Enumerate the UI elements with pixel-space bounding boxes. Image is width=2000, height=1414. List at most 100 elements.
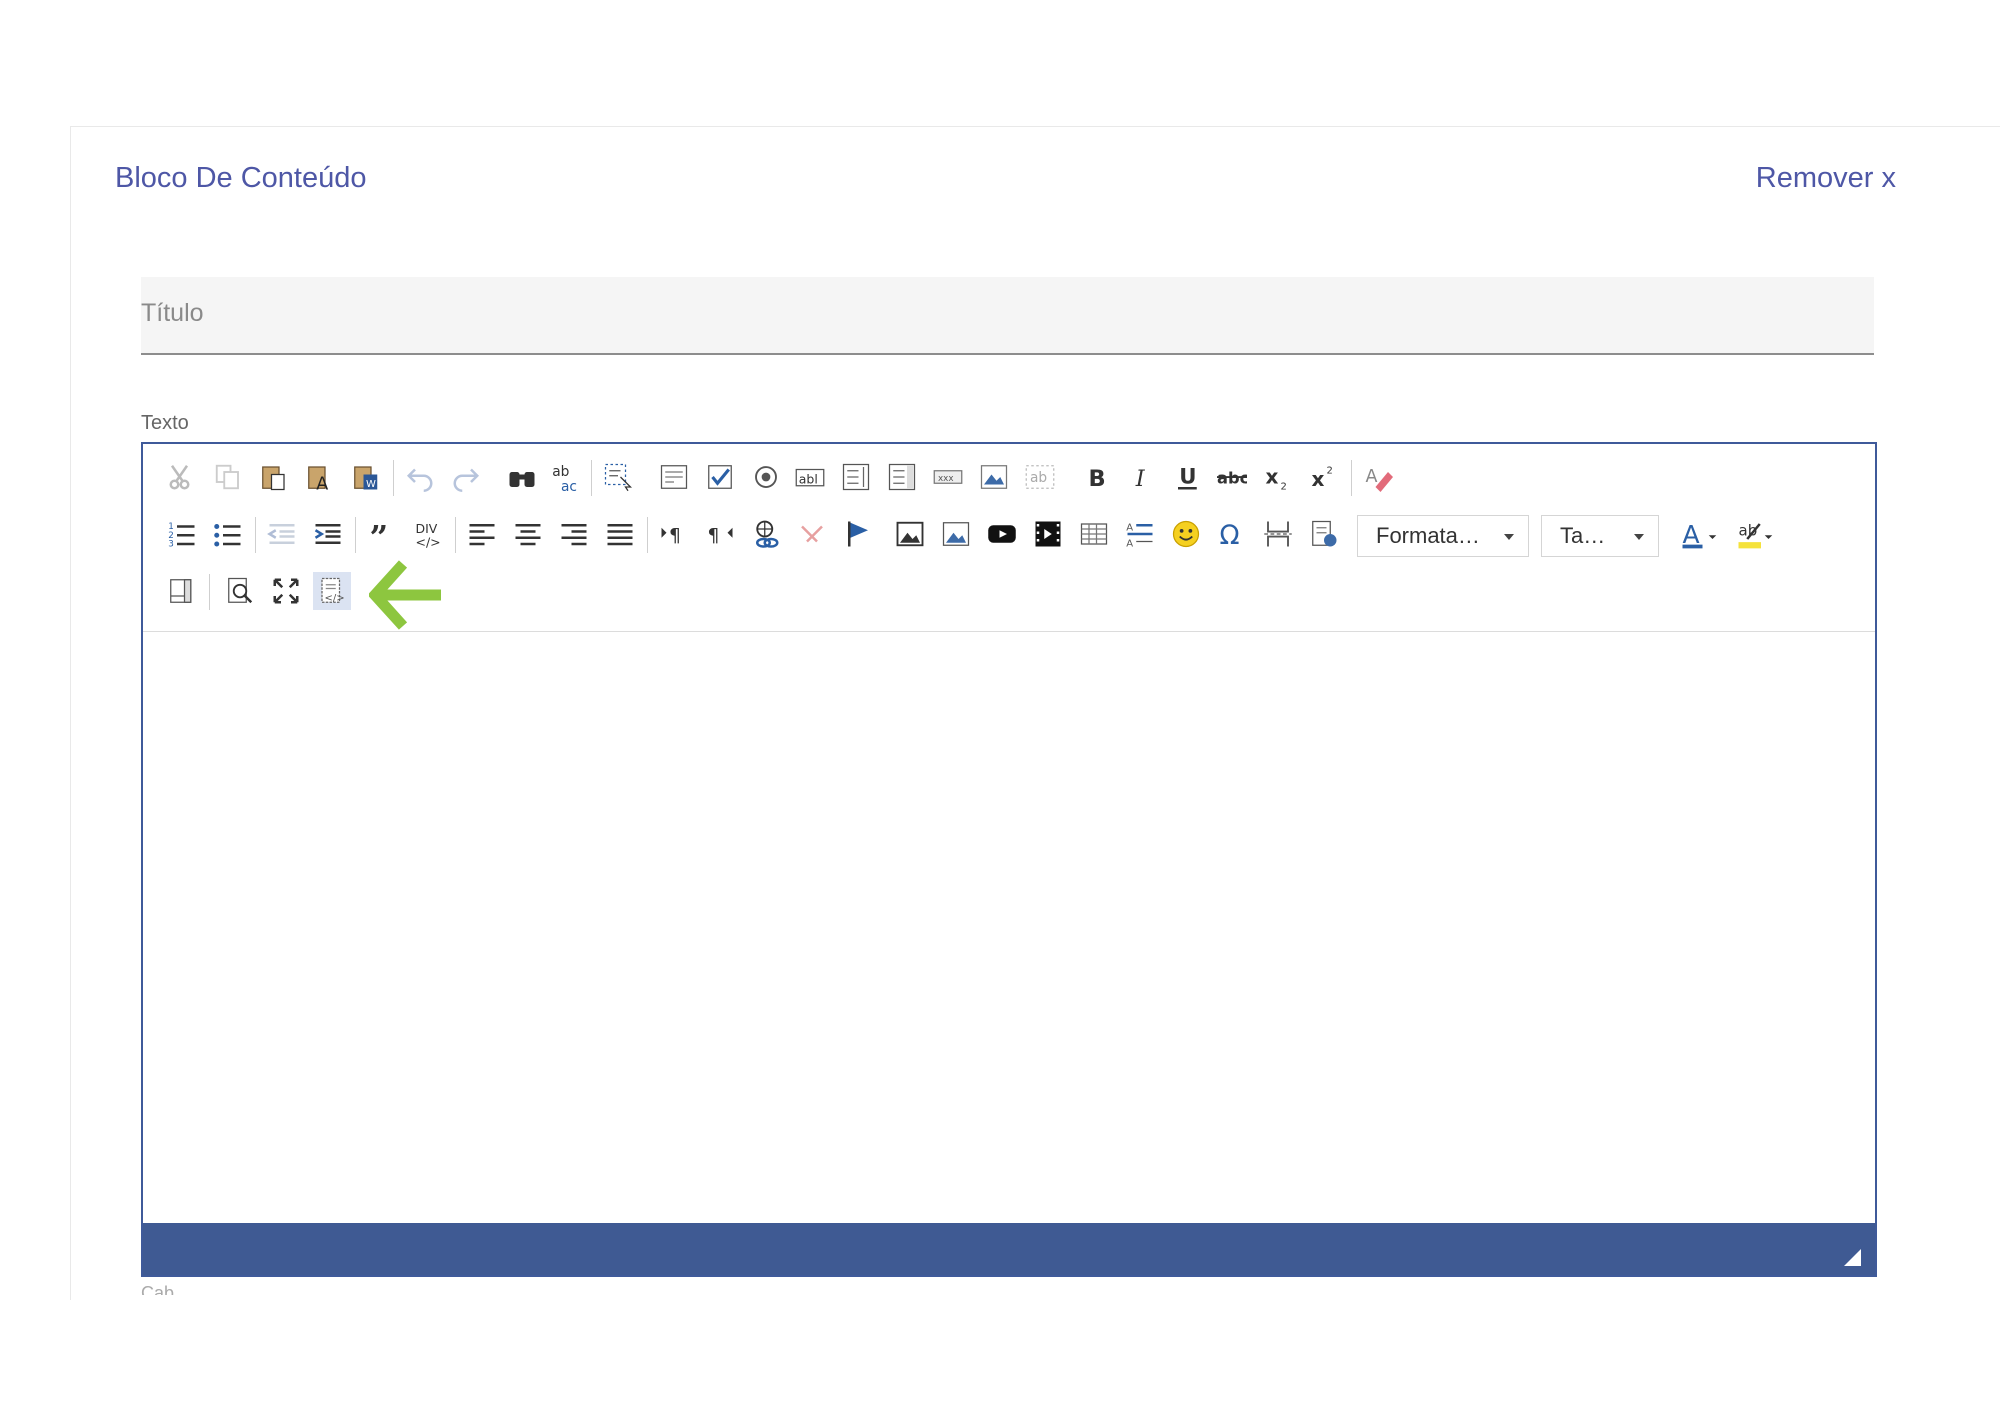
numbered-list-icon[interactable]: 123 bbox=[163, 515, 201, 553]
svg-text:ab: ab bbox=[552, 464, 569, 480]
title-input[interactable]: Título bbox=[141, 277, 1874, 355]
select-icon[interactable] bbox=[883, 458, 921, 496]
bg-color-icon[interactable]: ab bbox=[1731, 515, 1781, 553]
toolbar-separator bbox=[647, 517, 648, 553]
bulleted-list-icon[interactable] bbox=[209, 515, 247, 553]
svg-text:xxx: xxx bbox=[938, 474, 954, 484]
svg-text:B: B bbox=[1089, 466, 1106, 492]
remove-block-link[interactable]: Remover x bbox=[1756, 162, 1896, 195]
svg-text:2: 2 bbox=[1281, 482, 1287, 493]
strike-icon[interactable]: abc bbox=[1213, 458, 1251, 496]
toolbar-separator bbox=[255, 517, 256, 553]
align-right-icon[interactable] bbox=[555, 515, 593, 553]
div-icon[interactable]: DIV </> bbox=[409, 515, 447, 553]
checkbox-icon[interactable] bbox=[701, 458, 739, 496]
svg-text:3: 3 bbox=[168, 540, 174, 550]
source-icon[interactable]: </> bbox=[313, 572, 351, 610]
form-icon[interactable] bbox=[655, 458, 693, 496]
format-dropdown[interactable]: Formata… bbox=[1357, 515, 1529, 557]
svg-text:A: A bbox=[1126, 539, 1133, 550]
svg-text:x: x bbox=[1266, 464, 1279, 488]
chevron-down-icon bbox=[1504, 534, 1514, 540]
svg-text:A: A bbox=[1366, 467, 1378, 487]
find-icon[interactable] bbox=[503, 458, 541, 496]
editor-content-area[interactable] bbox=[143, 632, 1875, 1222]
textarea-icon[interactable] bbox=[837, 458, 875, 496]
svg-text:ab: ab bbox=[1030, 470, 1047, 486]
subscript-icon[interactable]: x2 bbox=[1259, 458, 1297, 496]
outdent-icon[interactable] bbox=[263, 515, 301, 553]
align-center-icon[interactable] bbox=[509, 515, 547, 553]
indent-icon[interactable] bbox=[309, 515, 347, 553]
special-char-icon[interactable]: Ω bbox=[1213, 515, 1251, 553]
format-dropdown-value: Formata… bbox=[1376, 523, 1480, 548]
svg-text:2: 2 bbox=[1327, 465, 1333, 476]
copy-icon[interactable] bbox=[209, 458, 247, 496]
radio-icon[interactable] bbox=[747, 458, 785, 496]
hidden-field-icon[interactable]: ab bbox=[1021, 458, 1059, 496]
svg-text:U: U bbox=[1179, 464, 1196, 489]
svg-text:A: A bbox=[1683, 520, 1700, 549]
anchor-icon[interactable] bbox=[839, 515, 877, 553]
chevron-down-icon bbox=[1634, 534, 1644, 540]
toolbar-separator bbox=[355, 517, 356, 553]
text-field-icon[interactable]: abl bbox=[791, 458, 829, 496]
cut-icon[interactable] bbox=[163, 458, 201, 496]
resize-handle-icon[interactable] bbox=[1844, 1249, 1861, 1266]
replace-icon[interactable]: ab ac bbox=[547, 458, 585, 496]
svg-text:A: A bbox=[316, 475, 328, 493]
horizontal-rule-icon[interactable]: AA bbox=[1121, 515, 1159, 553]
redo-icon[interactable] bbox=[447, 458, 485, 496]
image2-icon[interactable] bbox=[937, 515, 975, 553]
toolbar-separator bbox=[393, 460, 394, 496]
text-label: Texto bbox=[141, 412, 189, 434]
preview-icon[interactable] bbox=[221, 572, 259, 610]
title-input-placeholder: Título bbox=[141, 299, 204, 327]
iframe-icon[interactable] bbox=[1305, 515, 1343, 553]
toolbar-separator bbox=[209, 574, 210, 610]
svg-text:W: W bbox=[366, 479, 376, 490]
toolbar-separator bbox=[591, 460, 592, 496]
svg-text:”: ” bbox=[370, 519, 389, 549]
templates-icon[interactable] bbox=[163, 572, 201, 610]
maximize-icon[interactable] bbox=[267, 572, 305, 610]
blockquote-icon[interactable]: ” bbox=[363, 515, 401, 553]
link-icon[interactable] bbox=[747, 515, 785, 553]
superscript-icon[interactable]: x2 bbox=[1305, 458, 1343, 496]
bold-icon[interactable]: B bbox=[1077, 458, 1115, 496]
svg-text:¶: ¶ bbox=[708, 526, 720, 547]
justify-icon[interactable] bbox=[601, 515, 639, 553]
paste-icon[interactable] bbox=[255, 458, 293, 496]
paste-word-icon[interactable]: W bbox=[347, 458, 385, 496]
toolbar-separator bbox=[1351, 460, 1352, 496]
size-dropdown-value: Ta… bbox=[1560, 523, 1606, 548]
button-icon[interactable]: xxx bbox=[929, 458, 967, 496]
svg-text:x: x bbox=[1312, 467, 1325, 491]
image-icon[interactable] bbox=[891, 515, 929, 553]
svg-text:A: A bbox=[1126, 522, 1133, 533]
youtube-icon[interactable] bbox=[983, 515, 1021, 553]
remove-format-icon[interactable]: A bbox=[1359, 458, 1397, 496]
size-dropdown[interactable]: Ta… bbox=[1541, 515, 1659, 557]
svg-text:</>: </> bbox=[325, 593, 345, 604]
undo-icon[interactable] bbox=[401, 458, 439, 496]
rtl-icon[interactable]: ¶ bbox=[701, 515, 739, 553]
svg-text:Ω: Ω bbox=[1220, 521, 1240, 549]
text-color-icon[interactable]: A bbox=[1675, 515, 1725, 553]
align-left-icon[interactable] bbox=[463, 515, 501, 553]
select-all-icon[interactable] bbox=[599, 458, 637, 496]
smiley-icon[interactable] bbox=[1167, 515, 1205, 553]
underline-icon[interactable]: U bbox=[1169, 458, 1207, 496]
toolbar-separator bbox=[455, 517, 456, 553]
svg-text:abl: abl bbox=[799, 471, 818, 486]
green-arrow-annotation bbox=[369, 560, 441, 630]
paste-text-icon[interactable]: A bbox=[301, 458, 339, 496]
ltr-icon[interactable]: ¶ bbox=[655, 515, 693, 553]
unlink-icon[interactable] bbox=[793, 515, 831, 553]
svg-text:</>: </> bbox=[416, 535, 441, 550]
image-button-icon[interactable] bbox=[975, 458, 1013, 496]
video-icon[interactable] bbox=[1029, 515, 1067, 553]
page-break-icon[interactable] bbox=[1259, 515, 1297, 553]
table-icon[interactable] bbox=[1075, 515, 1113, 553]
italic-icon[interactable]: I bbox=[1123, 458, 1161, 496]
